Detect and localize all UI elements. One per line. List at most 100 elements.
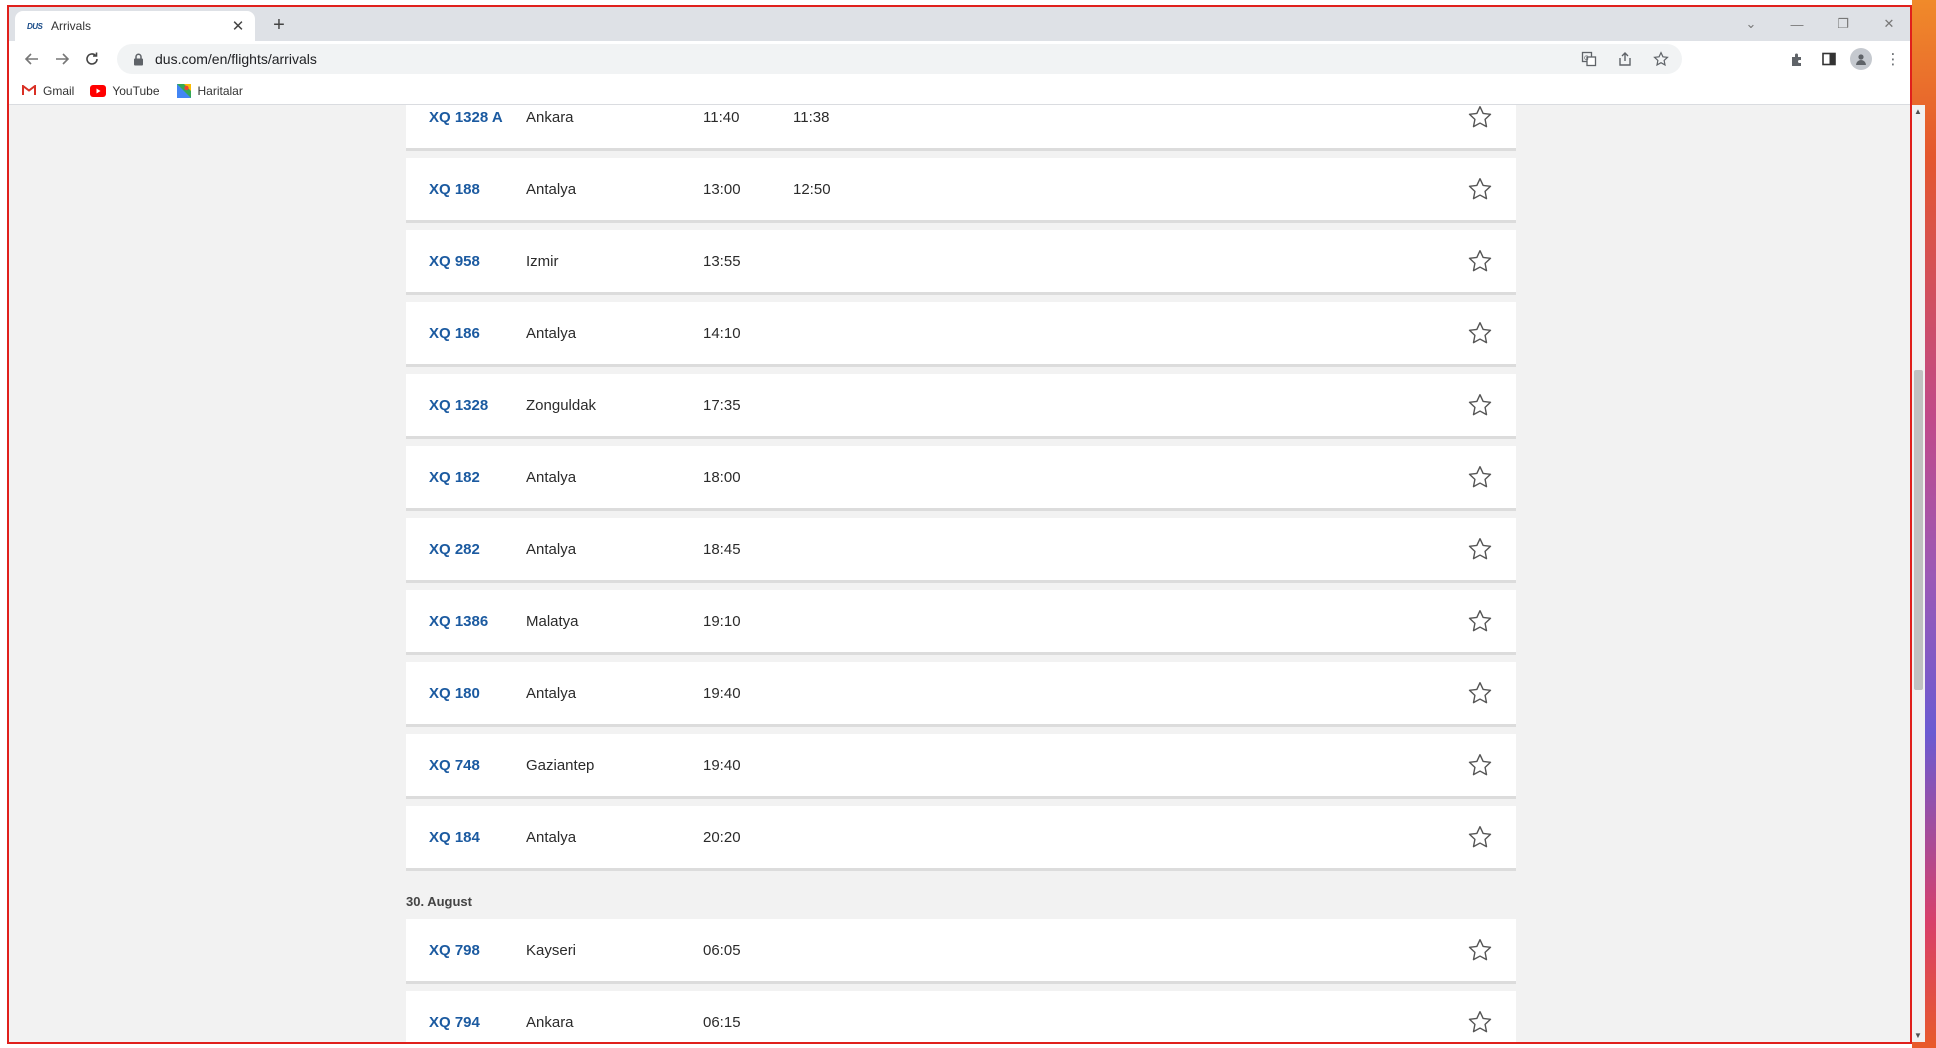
scroll-up-arrow-icon[interactable]: ▲ — [1913, 107, 1923, 116]
extensions-icon[interactable] — [1786, 48, 1808, 70]
flight-number-link[interactable]: XQ 180 — [429, 685, 480, 702]
scheduled-time: 11:40 — [703, 108, 740, 126]
bookmark-star-icon[interactable] — [1650, 48, 1672, 70]
minimize-icon[interactable]: — — [1774, 17, 1820, 32]
flight-number-link[interactable]: XQ 184 — [429, 829, 480, 846]
favorite-star-icon[interactable] — [1465, 246, 1495, 276]
flight-row[interactable]: XQ 1386 Malatya 19:10 — [406, 590, 1516, 652]
profile-avatar-icon[interactable] — [1850, 48, 1872, 70]
origin-city: Antalya — [526, 324, 577, 342]
origin-city: Zonguldak — [526, 396, 597, 414]
toolbar: dus.com/en/flights/arrivals G ⋮ — [9, 41, 1912, 77]
scheduled-time: 17:35 — [703, 396, 741, 414]
flight-number-link[interactable]: XQ 188 — [429, 181, 480, 198]
date-heading: 30. August — [406, 894, 472, 909]
flight-row[interactable]: XQ 188 Antalya 13:00 12:50 — [406, 158, 1516, 220]
favorite-star-icon[interactable] — [1465, 105, 1495, 132]
bookmark-haritalar[interactable]: Haritalar — [176, 83, 243, 98]
flight-row[interactable]: XQ 1328 A Ankara 11:40 11:38 — [406, 105, 1516, 148]
origin-city: Antalya — [526, 540, 577, 558]
scheduled-time: 19:40 — [703, 684, 741, 702]
flight-number-link[interactable]: XQ 1386 — [429, 613, 488, 630]
scheduled-time: 13:55 — [703, 252, 741, 270]
scrollbar-thumb[interactable] — [1914, 370, 1923, 690]
flight-row[interactable]: XQ 958 Izmir 13:55 — [406, 230, 1516, 292]
scheduled-time: 19:10 — [703, 612, 741, 630]
origin-city: Izmir — [526, 252, 559, 270]
flight-number-link[interactable]: XQ 1328 A — [429, 109, 503, 126]
bookmark-youtube[interactable]: YouTube — [90, 84, 160, 98]
window-close-icon[interactable]: ✕ — [1866, 16, 1912, 32]
url-text: dus.com/en/flights/arrivals — [155, 51, 317, 67]
origin-city: Antalya — [526, 828, 577, 846]
flight-number-link[interactable]: XQ 282 — [429, 541, 480, 558]
bookmark-gmail[interactable]: Gmail — [21, 84, 74, 98]
flight-row[interactable]: XQ 794 Ankara 06:15 — [406, 991, 1516, 1042]
origin-city: Ankara — [526, 1013, 574, 1031]
flight-row[interactable]: XQ 180 Antalya 19:40 — [406, 662, 1516, 724]
favorite-star-icon[interactable] — [1465, 390, 1495, 420]
flight-row[interactable]: XQ 282 Antalya 18:45 — [406, 518, 1516, 580]
scheduled-time: 18:00 — [703, 468, 741, 486]
favorite-star-icon[interactable] — [1465, 174, 1495, 204]
share-icon[interactable] — [1614, 48, 1636, 70]
flight-row[interactable]: XQ 798 Kayseri 06:05 — [406, 919, 1516, 981]
window-controls: ⌄ — ❐ ✕ — [1728, 7, 1912, 41]
close-icon[interactable]: ✕ — [229, 17, 247, 35]
origin-city: Ankara — [526, 108, 574, 126]
favorite-star-icon[interactable] — [1465, 606, 1495, 636]
tab-search-icon[interactable]: ⌄ — [1728, 16, 1774, 32]
flight-row[interactable]: XQ 184 Antalya 20:20 — [406, 806, 1516, 868]
scheduled-time: 18:45 — [703, 540, 741, 558]
page-content: XQ 1328 A Ankara 11:40 11:38 XQ 188 Antalya 13… — [9, 105, 1912, 1042]
scheduled-time: 06:05 — [703, 941, 741, 959]
flight-row[interactable]: XQ 186 Antalya 14:10 — [406, 302, 1516, 364]
origin-city: Gaziantep — [526, 756, 595, 774]
bookmark-label: Gmail — [43, 83, 75, 98]
menu-kebab-icon[interactable]: ⋮ — [1882, 48, 1904, 70]
origin-city: Antalya — [526, 468, 577, 486]
favorite-star-icon[interactable] — [1465, 462, 1495, 492]
scroll-down-arrow-icon[interactable]: ▼ — [1913, 1031, 1923, 1040]
back-icon[interactable] — [17, 44, 47, 74]
flight-number-link[interactable]: XQ 1328 — [429, 397, 488, 414]
new-tab-icon[interactable]: + — [267, 13, 291, 37]
dus-favicon-icon: DUS — [27, 21, 43, 31]
flight-number-link[interactable]: XQ 794 — [429, 1014, 480, 1031]
side-panel-icon[interactable] — [1818, 48, 1840, 70]
translate-icon[interactable]: G — [1578, 48, 1600, 70]
scheduled-time: 06:15 — [703, 1013, 741, 1031]
reload-icon[interactable] — [77, 44, 107, 74]
flight-row[interactable]: XQ 1328 Zonguldak 17:35 — [406, 374, 1516, 436]
flight-number-link[interactable]: XQ 186 — [429, 325, 480, 342]
scheduled-time: 19:40 — [703, 756, 741, 774]
favorite-star-icon[interactable] — [1465, 534, 1495, 564]
favorite-star-icon[interactable] — [1465, 935, 1495, 965]
tab-title: Arrivals — [51, 19, 92, 33]
flight-number-link[interactable]: XQ 182 — [429, 469, 480, 486]
favorite-star-icon[interactable] — [1465, 1007, 1495, 1037]
flight-number-link[interactable]: XQ 748 — [429, 757, 480, 774]
actual-time: 12:50 — [793, 180, 831, 198]
favorite-star-icon[interactable] — [1465, 318, 1495, 348]
favorite-star-icon[interactable] — [1465, 822, 1495, 852]
flight-number-link[interactable]: XQ 798 — [429, 942, 480, 959]
origin-city: Kayseri — [526, 941, 577, 959]
bookmark-label: Haritalar — [197, 83, 243, 98]
forward-icon[interactable] — [47, 44, 77, 74]
svg-text:G: G — [1584, 55, 1589, 62]
address-bar[interactable]: dus.com/en/flights/arrivals G — [117, 44, 1682, 74]
scrollbar[interactable]: ▲ ▼ — [1911, 105, 1925, 1042]
flight-row[interactable]: XQ 748 Gaziantep 19:40 — [406, 734, 1516, 796]
lock-icon[interactable] — [131, 52, 145, 66]
restore-icon[interactable]: ❐ — [1820, 16, 1866, 32]
flight-number-link[interactable]: XQ 958 — [429, 253, 480, 270]
flight-row[interactable]: XQ 182 Antalya 18:00 — [406, 446, 1516, 508]
maps-icon — [176, 83, 192, 98]
origin-city: Malatya — [526, 612, 579, 630]
gmail-icon — [21, 84, 37, 98]
favorite-star-icon[interactable] — [1465, 750, 1495, 780]
tab-arrivals[interactable]: DUS Arrivals ✕ — [15, 11, 255, 41]
tab-bar: DUS Arrivals ✕ + ⌄ — ❐ ✕ — [9, 7, 1912, 41]
favorite-star-icon[interactable] — [1465, 678, 1495, 708]
